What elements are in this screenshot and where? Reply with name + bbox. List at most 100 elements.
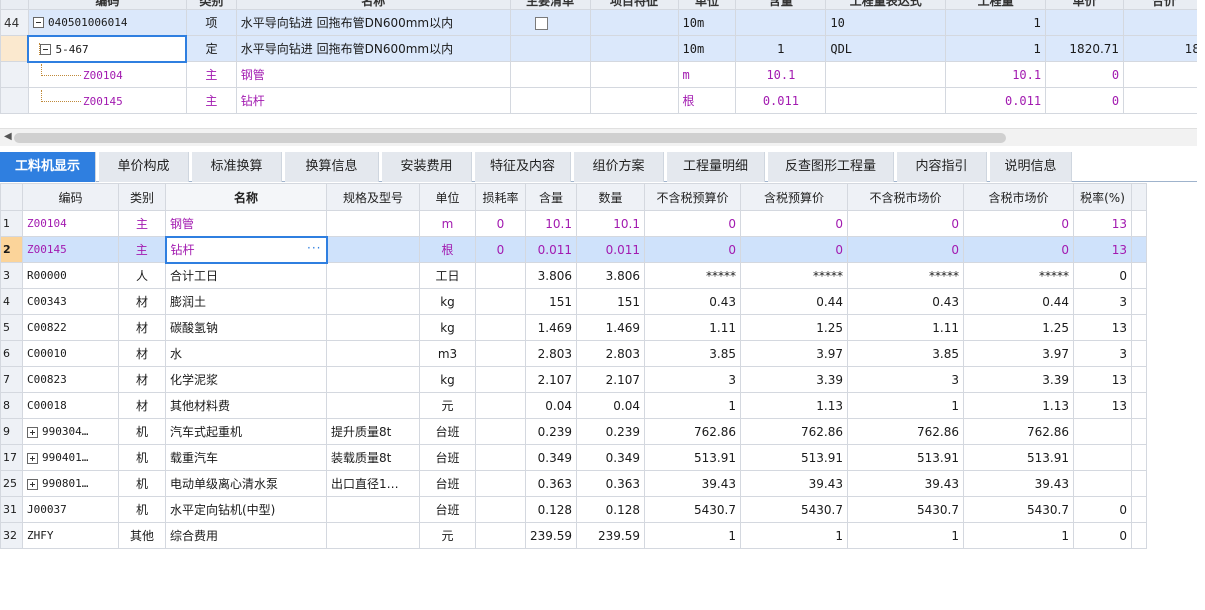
unit-cell[interactable]: m3 <box>419 340 476 367</box>
col-header-name[interactable]: 名称 <box>235 0 511 10</box>
resource-row[interactable]: 7 C00823 材化学泥浆 kg 2.107 2.107 3 3.39 3 3.39 13 <box>0 366 1147 393</box>
spec-cell[interactable] <box>326 288 420 315</box>
taxed-market-price-cell[interactable]: 1.13 <box>963 392 1074 419</box>
tax-rate-cell[interactable]: 13 <box>1073 314 1132 341</box>
taxed-market-price-cell[interactable]: 1 <box>963 522 1074 549</box>
name-cell[interactable]: 水平定向钻机(中型) <box>165 496 327 523</box>
taxed-market-price-cell[interactable]: 3.97 <box>963 340 1074 367</box>
quantity-cell[interactable]: 0.239 <box>576 418 645 445</box>
expression-cell[interactable]: QDL <box>825 35 947 62</box>
code-cell[interactable]: 990401… <box>22 444 119 471</box>
expression-cell[interactable]: 10 <box>825 9 947 36</box>
tax-rate-cell[interactable]: 3 <box>1073 288 1132 315</box>
col-header-pretax-budget-price[interactable]: 不含税预算价 <box>644 183 741 211</box>
tax-rate-cell[interactable]: 0 <box>1073 522 1132 549</box>
tab-unit-price-composition[interactable]: 单价构成 <box>99 152 189 182</box>
scrollbar-thumb[interactable] <box>14 133 1006 143</box>
name-cell[interactable]: 电动单级离心清水泵 <box>165 470 327 497</box>
name-cell[interactable]: 钻杆 ··· <box>164 235 328 264</box>
unit-cell[interactable]: 根 <box>419 236 476 263</box>
spec-cell[interactable] <box>326 366 420 393</box>
taxed-market-price-cell[interactable]: 3.39 <box>963 366 1074 393</box>
content-cell[interactable]: 151 <box>525 288 577 315</box>
resource-row[interactable]: 1 Z00104 主钢管 m 0 10.1 10.1 0 0 0 0 13 <box>0 210 1147 237</box>
pretax-market-price-cell[interactable]: 762.86 <box>847 418 964 445</box>
unit-cell[interactable]: kg <box>419 314 476 341</box>
pretax-market-price-cell[interactable]: 1 <box>847 392 964 419</box>
spec-cell[interactable] <box>326 314 420 341</box>
quantity-cell[interactable]: 151 <box>576 288 645 315</box>
quantity-cell[interactable]: 10.1 <box>576 210 645 237</box>
name-cell[interactable]: 钢管 <box>165 210 327 237</box>
pretax-budget-price-cell[interactable]: ***** <box>644 262 741 289</box>
col-header-features[interactable]: 项目特征 <box>589 0 679 10</box>
spec-cell[interactable]: 出口直径1… <box>326 470 420 497</box>
main-list-checkbox[interactable] <box>534 16 548 30</box>
col-header-unit[interactable]: 单位 <box>419 183 476 211</box>
taxed-budget-price-cell[interactable]: 39.43 <box>740 470 848 497</box>
pretax-budget-price-cell[interactable]: 5430.7 <box>644 496 741 523</box>
code-cell[interactable]: C00010 <box>22 340 119 367</box>
code-cell[interactable]: Z00145 <box>22 236 119 263</box>
taxed-market-price-cell[interactable]: ***** <box>963 262 1074 289</box>
content-cell[interactable]: 0.011 <box>525 236 577 263</box>
name-cell[interactable]: 碳酸氢钠 <box>165 314 327 341</box>
loss-rate-cell[interactable] <box>475 496 526 523</box>
pretax-market-price-cell[interactable]: ***** <box>847 262 964 289</box>
code-cell[interactable]: C00822 <box>22 314 119 341</box>
tab-content-guide[interactable]: 内容指引 <box>897 152 987 182</box>
col-header-tax-rate[interactable]: 税率(%) <box>1073 183 1132 211</box>
resource-row[interactable]: 31 J00037 机水平定向钻机(中型) 台班 0.128 0.128 5430.7 543… <box>0 496 1147 523</box>
col-header-quantity[interactable]: 数量 <box>576 183 645 211</box>
pretax-budget-price-cell[interactable]: 762.86 <box>644 418 741 445</box>
content-cell[interactable]: 239.59 <box>525 522 577 549</box>
unit-cell[interactable]: 台班 <box>419 496 476 523</box>
quantity-cell[interactable]: 10.1 <box>945 61 1047 88</box>
taxed-budget-price-cell[interactable]: 3.97 <box>740 340 848 367</box>
quota-name-cell[interactable]: 水平导向钻进 回拖布管DN600mm以内 <box>235 35 511 62</box>
quantity-cell[interactable]: 2.803 <box>576 340 645 367</box>
tab-quantity-details[interactable]: 工程量明细 <box>667 152 765 182</box>
tax-rate-cell[interactable]: 13 <box>1073 236 1132 263</box>
col-header-content[interactable]: 含量 <box>735 0 827 10</box>
resource-row[interactable]: 4 C00343 材膨润土 kg 151 151 0.43 0.44 0.43 0.44 3 <box>0 288 1147 315</box>
taxed-market-price-cell[interactable]: 0 <box>963 236 1074 263</box>
unit-cell[interactable]: 元 <box>419 522 476 549</box>
quantity-cell[interactable]: 2.107 <box>576 366 645 393</box>
resource-row[interactable]: 5 C00822 材碳酸氢钠 kg 1.469 1.469 1.11 1.25 1.11 1.25… <box>0 314 1147 341</box>
content-cell[interactable]: 3.806 <box>525 262 577 289</box>
unit-cell[interactable]: 台班 <box>419 418 476 445</box>
col-header-expression[interactable]: 工程量表达式 <box>825 0 947 10</box>
taxed-market-price-cell[interactable]: 39.43 <box>963 470 1074 497</box>
name-cell[interactable]: 载重汽车 <box>165 444 327 471</box>
loss-rate-cell[interactable] <box>475 314 526 341</box>
unit-cell[interactable]: 台班 <box>419 444 476 471</box>
quantity-cell[interactable]: 1 <box>945 9 1047 36</box>
resource-row[interactable]: 32 ZHFY 其他 综合费用元 239.59 239.59 1 1 1 1 0 <box>0 522 1147 549</box>
features-cell[interactable] <box>589 9 679 36</box>
material-name-cell[interactable]: 钻杆 <box>235 87 511 114</box>
unit-cell[interactable]: m <box>677 61 737 88</box>
pretax-budget-price-cell[interactable]: 3.85 <box>644 340 741 367</box>
pretax-market-price-cell[interactable]: 5430.7 <box>847 496 964 523</box>
code-cell[interactable]: ZHFY <box>22 522 119 549</box>
tax-rate-cell[interactable]: 0 <box>1073 496 1132 523</box>
pretax-market-price-cell[interactable]: 3.85 <box>847 340 964 367</box>
spec-cell[interactable] <box>326 392 420 419</box>
content-cell[interactable]: 0.239 <box>525 418 577 445</box>
col-header-taxed-budget-price[interactable]: 含税预算价 <box>740 183 848 211</box>
col-header-name[interactable]: 名称 <box>165 183 327 211</box>
quantity-cell[interactable]: 239.59 <box>576 522 645 549</box>
pretax-budget-price-cell[interactable]: 39.43 <box>644 470 741 497</box>
taxed-budget-price-cell[interactable]: 5430.7 <box>740 496 848 523</box>
name-cell[interactable]: 综合费用 <box>165 522 327 549</box>
code-cell[interactable]: C00823 <box>22 366 119 393</box>
pretax-budget-price-cell[interactable]: 0 <box>644 210 741 237</box>
features-cell[interactable] <box>589 35 679 62</box>
tax-rate-cell[interactable]: 0 <box>1073 262 1132 289</box>
unit-cell[interactable]: 10m <box>677 35 737 62</box>
code-cell[interactable]: C00018 <box>22 392 119 419</box>
taxed-budget-price-cell[interactable]: 1.25 <box>740 314 848 341</box>
unit-cell[interactable]: 根 <box>677 87 737 114</box>
code-cell[interactable]: Z00104 <box>22 210 119 237</box>
